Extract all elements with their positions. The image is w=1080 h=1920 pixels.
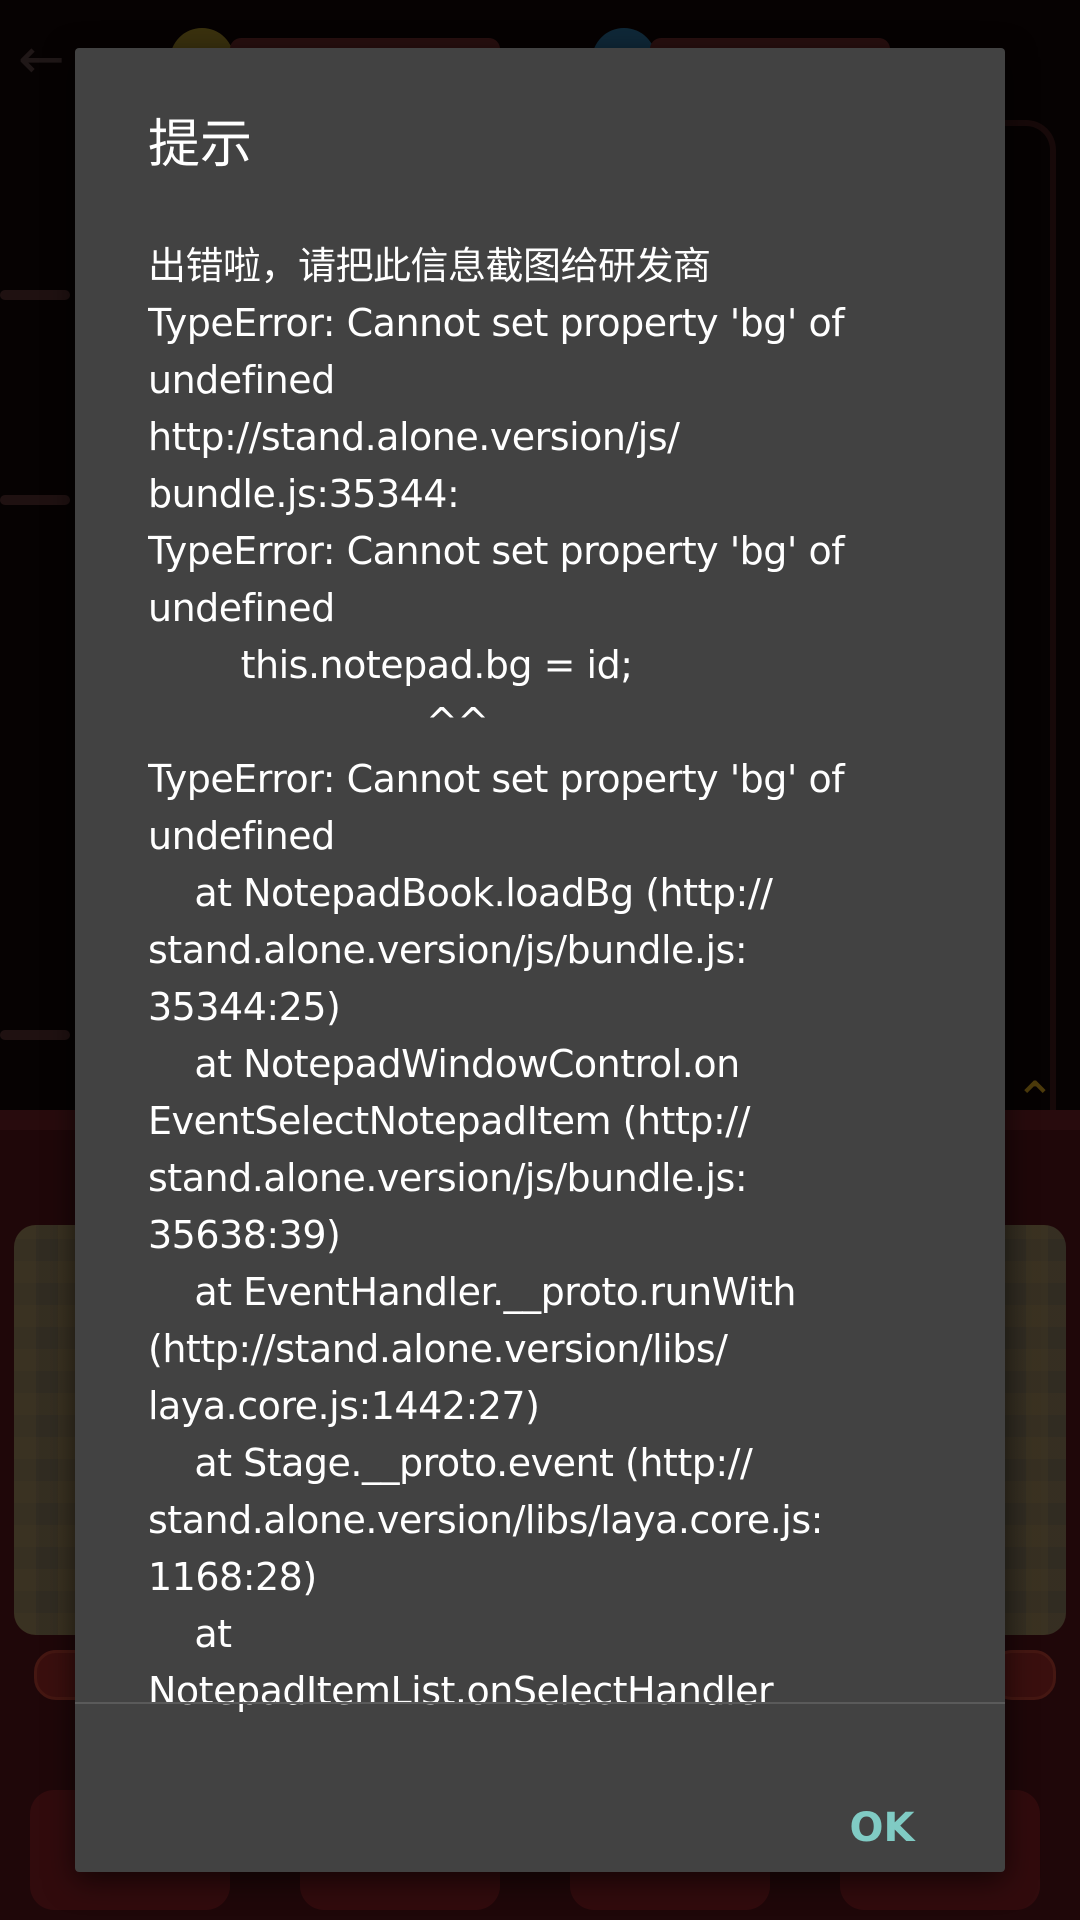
dialog-message-scroll[interactable]: 出错啦，请把此信息截图给研发商 TypeError: Cannot set pr… [148, 238, 948, 1751]
ok-button[interactable]: OK [837, 1793, 927, 1863]
error-dialog: 提示 出错啦，请把此信息截图给研发商 TypeError: Cannot set… [75, 48, 1005, 1872]
screen: ← ⌃ 提示 出错啦，请把此信息截图给研发商 TypeError: Cannot… [0, 0, 1080, 1920]
dialog-divider [75, 1702, 1005, 1704]
error-message: 出错啦，请把此信息截图给研发商 TypeError: Cannot set pr… [148, 244, 845, 1713]
dialog-title: 提示 [148, 115, 253, 175]
